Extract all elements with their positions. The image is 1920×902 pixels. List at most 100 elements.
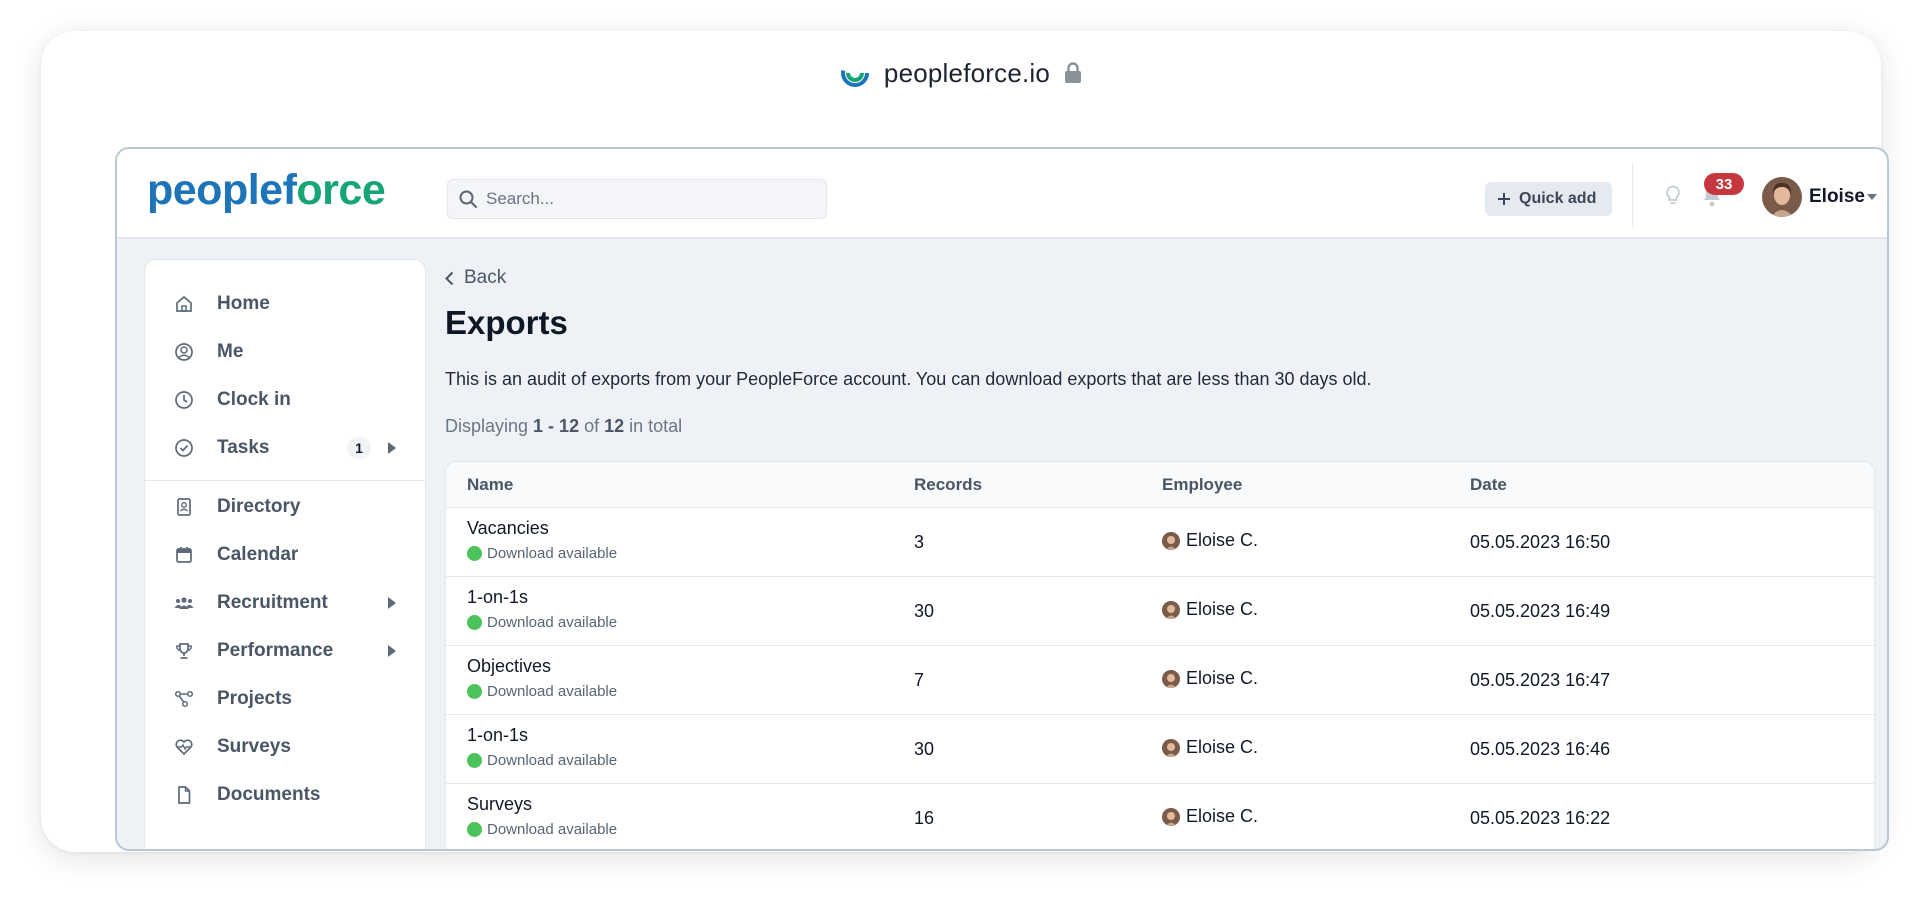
status-dot-icon bbox=[467, 684, 482, 699]
column-header-date: Date bbox=[1470, 475, 1507, 494]
chevron-left-icon bbox=[445, 271, 454, 285]
browser-domain: peopleforce.io bbox=[883, 57, 1051, 88]
status-dot-icon bbox=[467, 615, 482, 630]
download-status[interactable]: Download available bbox=[467, 821, 617, 838]
column-header-records: Records bbox=[914, 475, 983, 494]
trophy-icon bbox=[176, 643, 192, 659]
export-name-link[interactable]: Vacancies bbox=[467, 518, 549, 539]
check-circle-icon bbox=[175, 439, 193, 457]
quick-add-button[interactable]: Quick add bbox=[1485, 182, 1613, 216]
topbar-divider bbox=[1632, 163, 1633, 227]
sidebar-item-surveys[interactable]: Surveys bbox=[145, 725, 425, 769]
export-date: 05.05.2023 16:47 bbox=[1470, 670, 1611, 690]
search-icon bbox=[459, 190, 477, 208]
column-header-name: Name bbox=[467, 475, 514, 494]
page-description: This is an audit of exports from your Pe… bbox=[445, 369, 1372, 389]
sidebar-item-projects[interactable]: Projects bbox=[145, 677, 425, 721]
screenshot-card: peopleforce.io peopleforce Search... Qui… bbox=[41, 31, 1889, 852]
sidebar-item-home[interactable]: Home bbox=[145, 282, 425, 326]
status-dot-icon bbox=[467, 546, 482, 561]
users-group-icon bbox=[174, 597, 194, 609]
browser-frame: peopleforce Quick add bbox=[115, 147, 1889, 851]
notification-badge[interactable]: 33 bbox=[1704, 173, 1744, 195]
back-link[interactable]: Back bbox=[445, 267, 506, 289]
search-box[interactable] bbox=[447, 179, 827, 219]
records-count: 16 bbox=[914, 808, 935, 828]
status-dot-icon bbox=[467, 822, 482, 837]
clock-icon bbox=[175, 391, 193, 409]
employee-link[interactable]: Eloise C. bbox=[1162, 599, 1258, 620]
sidebar-item-directory[interactable]: Directory bbox=[145, 485, 425, 529]
contact-book-icon bbox=[177, 498, 191, 516]
chevron-down-icon[interactable] bbox=[1867, 194, 1877, 200]
calendar-icon bbox=[176, 547, 192, 563]
status-dot-icon bbox=[467, 753, 482, 768]
peopleforce-logo-icon bbox=[840, 59, 869, 87]
download-status[interactable]: Download available bbox=[467, 614, 617, 631]
table-header: Name Records Employee Date bbox=[446, 462, 1874, 508]
records-count: 3 bbox=[914, 532, 925, 552]
download-status[interactable]: Download available bbox=[467, 545, 617, 562]
caret-right-icon[interactable] bbox=[388, 597, 396, 609]
sidebar-item-performance[interactable]: Performance bbox=[145, 629, 425, 673]
lightbulb-icon[interactable] bbox=[1664, 185, 1682, 207]
lock-icon bbox=[1065, 62, 1082, 83]
sidebar-item-calendar[interactable]: Calendar bbox=[145, 533, 425, 577]
user-circle-icon bbox=[175, 343, 193, 361]
sidebar-item-recruitment[interactable]: Recruitment bbox=[145, 581, 425, 625]
export-name-link[interactable]: Objectives bbox=[467, 656, 551, 677]
export-date: 05.05.2023 16:50 bbox=[1470, 532, 1611, 552]
table-row: 1-on-1s Download available 30 Eloise C. … bbox=[446, 577, 1874, 646]
heart-pulse-icon bbox=[175, 739, 193, 756]
export-name-link[interactable]: 1-on-1s bbox=[467, 725, 528, 746]
export-date: 05.05.2023 16:49 bbox=[1470, 601, 1611, 621]
page-title: Exports bbox=[445, 304, 568, 341]
home-icon bbox=[176, 295, 192, 312]
table-row: Objectives Download available 7 Eloise C… bbox=[446, 646, 1874, 715]
caret-right-icon[interactable] bbox=[388, 442, 396, 454]
tasks-count-badge: 1 bbox=[347, 437, 371, 459]
document-icon bbox=[178, 786, 191, 804]
records-count: 7 bbox=[914, 670, 925, 690]
sidebar-item-tasks[interactable]: Tasks 1 bbox=[145, 426, 425, 470]
address-bar: peopleforce.io bbox=[41, 31, 1881, 115]
project-nodes-icon bbox=[174, 690, 194, 708]
records-count: 30 bbox=[914, 601, 935, 621]
export-date: 05.05.2023 16:46 bbox=[1470, 739, 1611, 759]
user-name[interactable]: Eloise bbox=[1809, 186, 1865, 208]
employee-link[interactable]: Eloise C. bbox=[1162, 806, 1258, 827]
sidebar-item-clock-in[interactable]: Clock in bbox=[145, 378, 425, 422]
top-bar: peopleforce Quick add bbox=[117, 149, 1887, 239]
caret-right-icon[interactable] bbox=[388, 645, 396, 657]
table-row: Vacancies Download available 3 Eloise C.… bbox=[446, 508, 1874, 577]
download-status[interactable]: Download available bbox=[467, 752, 617, 769]
employee-avatar bbox=[1162, 600, 1180, 619]
sidebar-item-documents[interactable]: Documents bbox=[145, 773, 425, 817]
sidebar: Home Me Clock in Tasks 1 Directory Calen… bbox=[144, 259, 426, 849]
employee-link[interactable]: Eloise C. bbox=[1162, 737, 1258, 758]
quick-add-label: Quick add bbox=[1519, 190, 1597, 207]
plus-icon bbox=[1498, 193, 1510, 205]
user-avatar[interactable] bbox=[1762, 177, 1802, 217]
employee-avatar bbox=[1162, 807, 1180, 826]
employee-avatar bbox=[1162, 531, 1180, 550]
employee-link[interactable]: Eloise C. bbox=[1162, 530, 1258, 551]
pagination-summary: Displaying 1 - 12 of 12 in total bbox=[445, 416, 683, 436]
export-name-link[interactable]: Surveys bbox=[467, 794, 532, 815]
sidebar-divider bbox=[145, 480, 425, 481]
employee-avatar bbox=[1162, 738, 1180, 757]
exports-table: Name Records Employee Date Vacancies Dow… bbox=[445, 461, 1875, 849]
download-status[interactable]: Download available bbox=[467, 683, 617, 700]
sidebar-item-me[interactable]: Me bbox=[145, 330, 425, 374]
export-date: 05.05.2023 16:22 bbox=[1470, 808, 1611, 828]
avatar-image bbox=[1762, 177, 1802, 217]
employee-avatar bbox=[1162, 669, 1180, 688]
brand-logo[interactable]: peopleforce bbox=[147, 169, 386, 212]
records-count: 30 bbox=[914, 739, 935, 759]
employee-link[interactable]: Eloise C. bbox=[1162, 668, 1258, 689]
table-row: 1-on-1s Download available 30 Eloise C. … bbox=[446, 715, 1874, 784]
export-name-link[interactable]: 1-on-1s bbox=[467, 587, 528, 608]
table-row: Surveys Download available 16 Eloise C. … bbox=[446, 784, 1874, 849]
column-header-employee: Employee bbox=[1162, 475, 1243, 494]
search-input[interactable] bbox=[486, 189, 806, 209]
